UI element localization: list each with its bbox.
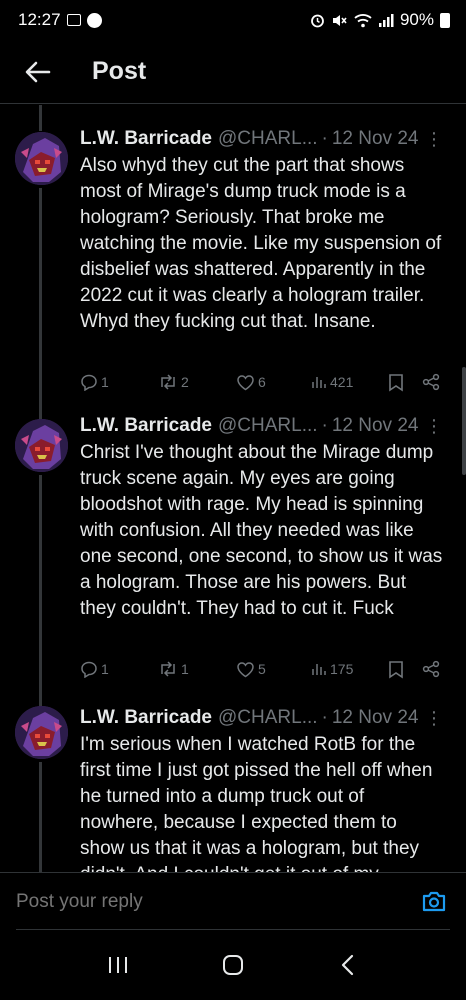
wifi-icon bbox=[354, 13, 372, 27]
bookmark-button[interactable] bbox=[388, 373, 404, 392]
views-count: 421 bbox=[330, 374, 354, 390]
reply-button[interactable]: 1 bbox=[80, 660, 109, 678]
views-chart-icon bbox=[312, 664, 326, 675]
alarm-icon bbox=[311, 14, 324, 27]
reply-icon bbox=[81, 374, 97, 391]
post-actions: 1 1 5 175 bbox=[78, 657, 442, 681]
views-button[interactable]: 175 bbox=[311, 661, 353, 677]
more-options-icon[interactable]: ⋮ bbox=[424, 708, 444, 728]
post-actions: 1 2 6 421 bbox=[78, 370, 442, 394]
camera-icon bbox=[422, 891, 446, 912]
bookmark-icon bbox=[389, 660, 403, 678]
reply-icon bbox=[81, 661, 97, 678]
more-options-icon[interactable]: ⋮ bbox=[424, 416, 444, 436]
reply-input[interactable] bbox=[16, 890, 418, 913]
like-button[interactable]: 6 bbox=[236, 374, 266, 391]
author-handle[interactable]: @CHARL... bbox=[218, 707, 318, 729]
post-date[interactable]: 12 Nov 24 bbox=[332, 128, 419, 150]
post-text: Christ I've thought about the Mirage dum… bbox=[80, 442, 443, 619]
avatar[interactable] bbox=[15, 419, 68, 472]
separator-dot: · bbox=[321, 707, 328, 728]
battery-percent: 90% bbox=[399, 10, 434, 29]
back-button[interactable] bbox=[10, 44, 66, 100]
post-header: L.W. Barricade @CHARL... · 12 Nov 24 bbox=[80, 704, 444, 732]
post-date[interactable]: 12 Nov 24 bbox=[332, 415, 419, 437]
views-chart-icon bbox=[312, 377, 326, 388]
post-item[interactable]: L.W. Barricade @CHARL... · 12 Nov 24 ⋮ I… bbox=[0, 693, 466, 872]
post-item[interactable]: L.W. Barricade @CHARL... · 12 Nov 24 ⋮ C… bbox=[0, 405, 466, 693]
post-item[interactable]: L.W. Barricade @CHARL... · 12 Nov 24 ⋮ A… bbox=[0, 105, 466, 405]
thread-feed[interactable]: L.W. Barricade @CHARL... · 12 Nov 24 ⋮ A… bbox=[0, 105, 466, 872]
like-count: 6 bbox=[258, 374, 266, 390]
author-name[interactable]: L.W. Barricade bbox=[80, 128, 212, 150]
clock: 12:27 bbox=[18, 10, 61, 29]
avatar-image bbox=[15, 132, 68, 185]
share-icon bbox=[422, 660, 440, 678]
bookmark-icon bbox=[389, 373, 403, 391]
repost-button[interactable]: 1 bbox=[158, 660, 189, 678]
reply-composer bbox=[0, 872, 466, 930]
like-count: 5 bbox=[258, 661, 266, 677]
battery-icon bbox=[440, 12, 450, 28]
nav-back-button[interactable] bbox=[323, 940, 373, 990]
share-button[interactable] bbox=[422, 660, 440, 678]
post-text: I'm serious when I watched RotB for the … bbox=[80, 734, 433, 872]
post-body: L.W. Barricade @CHARL... · 12 Nov 24 ⋮ I… bbox=[80, 704, 444, 872]
gallery-icon bbox=[66, 14, 81, 26]
separator-dot: · bbox=[321, 128, 328, 149]
views-count: 175 bbox=[330, 661, 354, 677]
status-left: 12:27 bbox=[18, 10, 102, 30]
heart-icon bbox=[237, 374, 254, 390]
home-button[interactable] bbox=[208, 940, 258, 990]
post-header: L.W. Barricade @CHARL... · 12 Nov 24 bbox=[80, 412, 444, 440]
back-chevron-icon bbox=[342, 954, 354, 976]
author-handle[interactable]: @CHARL... bbox=[218, 128, 318, 150]
like-button[interactable]: 5 bbox=[236, 661, 266, 678]
reply-count: 1 bbox=[101, 374, 109, 390]
share-icon bbox=[422, 373, 440, 391]
more-options-icon[interactable]: ⋮ bbox=[424, 129, 444, 149]
recents-button[interactable] bbox=[93, 940, 143, 990]
separator-dot: · bbox=[321, 415, 328, 436]
author-handle[interactable]: @CHARL... bbox=[218, 415, 318, 437]
post-body: L.W. Barricade @CHARL... · 12 Nov 24 ⋮ C… bbox=[80, 412, 444, 622]
repost-icon bbox=[161, 374, 175, 390]
repost-icon bbox=[161, 661, 175, 677]
recents-icon bbox=[108, 957, 127, 973]
heart-icon bbox=[237, 661, 254, 677]
bookmark-button[interactable] bbox=[388, 660, 404, 679]
system-nav-bar bbox=[0, 930, 466, 1000]
camera-button[interactable] bbox=[418, 886, 450, 918]
arrow-left-icon bbox=[25, 61, 51, 82]
mute-icon bbox=[332, 14, 347, 26]
share-button[interactable] bbox=[422, 373, 440, 391]
avatar[interactable] bbox=[15, 132, 68, 185]
views-button[interactable]: 421 bbox=[311, 374, 353, 390]
reply-button[interactable]: 1 bbox=[80, 373, 109, 391]
avatar[interactable] bbox=[15, 706, 68, 759]
avatar-image bbox=[15, 419, 68, 472]
home-icon bbox=[222, 955, 243, 975]
status-right: 90% bbox=[310, 10, 450, 30]
scrollbar-thumb[interactable] bbox=[462, 367, 466, 475]
repost-count: 2 bbox=[181, 374, 189, 390]
top-app-bar: Post bbox=[0, 40, 466, 104]
avatar-image bbox=[15, 706, 68, 759]
status-bar: 12:27 90% bbox=[0, 0, 466, 40]
reply-count: 1 bbox=[101, 661, 109, 677]
messenger-icon bbox=[86, 12, 102, 28]
repost-count: 1 bbox=[181, 661, 189, 677]
post-text: Also whyd they cut the part that shows m… bbox=[80, 155, 442, 332]
page-title: Post bbox=[92, 57, 147, 85]
author-name[interactable]: L.W. Barricade bbox=[80, 415, 212, 437]
signal-icon bbox=[378, 13, 394, 27]
post-date[interactable]: 12 Nov 24 bbox=[332, 707, 419, 729]
repost-button[interactable]: 2 bbox=[158, 373, 189, 391]
post-body: L.W. Barricade @CHARL... · 12 Nov 24 ⋮ A… bbox=[80, 125, 444, 335]
author-name[interactable]: L.W. Barricade bbox=[80, 707, 212, 729]
post-header: L.W. Barricade @CHARL... · 12 Nov 24 bbox=[80, 125, 444, 153]
